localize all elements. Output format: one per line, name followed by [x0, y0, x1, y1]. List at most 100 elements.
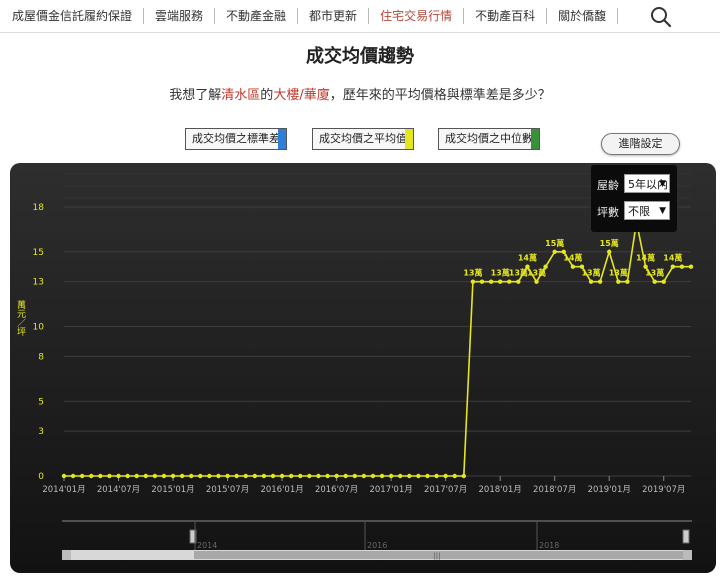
data-point[interactable]: [398, 473, 403, 479]
navigator-label-2016: 2016: [367, 541, 387, 550]
data-point[interactable]: [288, 473, 294, 479]
x-tick-label: 2019'01月: [588, 485, 631, 495]
data-point[interactable]: [252, 473, 258, 479]
data-label: 13萬: [463, 268, 482, 278]
data-point[interactable]: [298, 473, 303, 479]
x-tick-label: 2017'07月: [424, 485, 467, 495]
data-point[interactable]: [107, 473, 112, 479]
data-point[interactable]: [189, 473, 194, 479]
data-point[interactable]: [388, 473, 394, 479]
scrollbar-grip-icon: |||: [433, 552, 440, 560]
data-point[interactable]: [243, 473, 248, 479]
data-point[interactable]: [688, 264, 694, 269]
y-tick-label: 0: [38, 472, 44, 482]
data-point[interactable]: [161, 473, 167, 479]
navigator-label-2018: 2018: [539, 541, 559, 550]
data-point[interactable]: [116, 473, 121, 479]
data-point[interactable]: [616, 279, 621, 284]
data-point[interactable]: [325, 473, 330, 479]
data-point[interactable]: [570, 264, 576, 269]
data-label: 13萬: [491, 268, 510, 278]
data-point[interactable]: [198, 473, 203, 479]
x-tick-label: 2017'01月: [369, 485, 412, 495]
data-point[interactable]: [207, 473, 212, 479]
data-point[interactable]: [607, 249, 612, 254]
data-point[interactable]: [552, 249, 557, 254]
data-point[interactable]: [679, 264, 685, 269]
data-point[interactable]: [379, 473, 385, 479]
age-select[interactable]: 5年以內 ▼: [624, 174, 670, 193]
y-tick-label: 8: [38, 352, 44, 362]
x-tick-label: 2014'07月: [97, 485, 140, 495]
data-point[interactable]: [479, 279, 485, 284]
x-tick-label: 2018'07月: [533, 485, 576, 495]
data-point[interactable]: [470, 279, 476, 284]
navigator-right-handle[interactable]: [682, 529, 690, 544]
scroll-left-arrow-icon[interactable]: [62, 550, 71, 560]
data-label: 14萬: [636, 253, 655, 263]
x-tick-label: 2015'07月: [206, 485, 249, 495]
area-label: 坪數: [597, 206, 619, 219]
filter-panel: 屋齡 5年以內 ▼ 坪數 不限 ▼: [591, 165, 677, 232]
data-point[interactable]: [416, 473, 421, 479]
data-point[interactable]: [261, 473, 267, 479]
range-navigator[interactable]: ||| 2014 2016 2018: [62, 520, 692, 560]
data-point[interactable]: [179, 473, 185, 479]
data-label: 14萬: [563, 253, 582, 263]
data-point[interactable]: [343, 473, 348, 479]
scroll-right-arrow-icon[interactable]: [683, 550, 692, 560]
x-tick-label: 2016'07月: [315, 485, 358, 495]
price-trend-chart: 萬元／坪 0 3 5 8 10 13 15 18 2014'01月 2014'07月 2015'0…: [15, 173, 694, 560]
data-point[interactable]: [507, 279, 512, 284]
data-label: 14萬: [663, 253, 682, 263]
data-point[interactable]: [516, 279, 521, 284]
data-point[interactable]: [216, 473, 221, 479]
area-select[interactable]: 不限 ▼: [624, 201, 670, 220]
chevron-down-icon: ▼: [659, 179, 666, 189]
data-point[interactable]: [143, 473, 148, 479]
data-point[interactable]: [279, 473, 285, 479]
y-axis-label: 萬元／坪: [15, 299, 26, 337]
data-point[interactable]: [316, 473, 321, 479]
data-point[interactable]: [407, 473, 412, 479]
data-point[interactable]: [125, 473, 130, 479]
data-point[interactable]: [98, 473, 103, 479]
data-point[interactable]: [597, 279, 603, 284]
data-point[interactable]: [170, 473, 176, 479]
data-point[interactable]: [70, 473, 76, 479]
y-tick-label: 18: [33, 203, 45, 213]
data-point[interactable]: [588, 279, 594, 284]
data-point[interactable]: [434, 473, 439, 479]
data-point[interactable]: [497, 279, 503, 284]
data-label: 13萬: [527, 268, 546, 278]
data-point[interactable]: [234, 473, 239, 479]
data-point[interactable]: [661, 279, 666, 284]
x-tick-label: 2014'01月: [42, 485, 85, 495]
data-point[interactable]: [270, 473, 276, 479]
data-point[interactable]: [652, 279, 657, 284]
data-point[interactable]: [370, 473, 376, 479]
data-point[interactable]: [61, 473, 67, 479]
data-point[interactable]: [425, 473, 430, 479]
data-point[interactable]: [452, 473, 457, 479]
data-point[interactable]: [89, 473, 94, 479]
data-point[interactable]: [334, 473, 339, 479]
data-point[interactable]: [461, 473, 467, 479]
data-point[interactable]: [361, 473, 367, 479]
data-point[interactable]: [443, 473, 448, 479]
data-point[interactable]: [307, 473, 312, 479]
data-point[interactable]: [488, 279, 494, 284]
y-tick-label: 10: [33, 323, 45, 333]
navigator-label-2014: 2014: [197, 541, 217, 550]
data-label: 15萬: [600, 238, 619, 248]
data-point[interactable]: [534, 279, 539, 284]
data-point[interactable]: [352, 473, 357, 479]
data-point[interactable]: [152, 473, 158, 479]
data-label: 13萬: [645, 268, 664, 278]
data-point[interactable]: [225, 473, 230, 479]
data-point[interactable]: [79, 473, 85, 479]
data-point[interactable]: [134, 473, 139, 479]
data-label: 13萬: [581, 268, 600, 278]
data-point[interactable]: [670, 264, 676, 269]
data-point[interactable]: [625, 279, 630, 284]
